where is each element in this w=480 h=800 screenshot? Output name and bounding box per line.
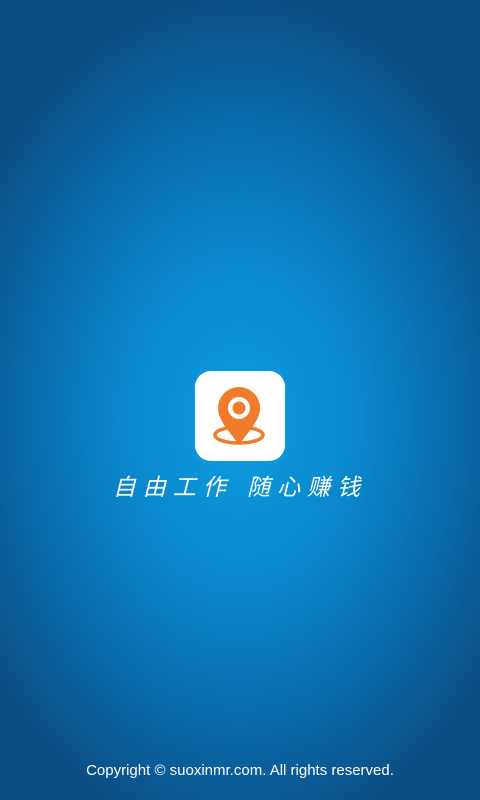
app-logo <box>195 371 285 461</box>
copyright-text: Copyright © suoxinmr.com. All rights res… <box>86 762 394 779</box>
splash-screen: 自由工作 随心赚钱 Copyright © suoxinmr.com. All … <box>0 0 480 800</box>
slogan-text: 自由工作 随心赚钱 <box>112 475 368 501</box>
location-pin-icon <box>213 387 265 445</box>
